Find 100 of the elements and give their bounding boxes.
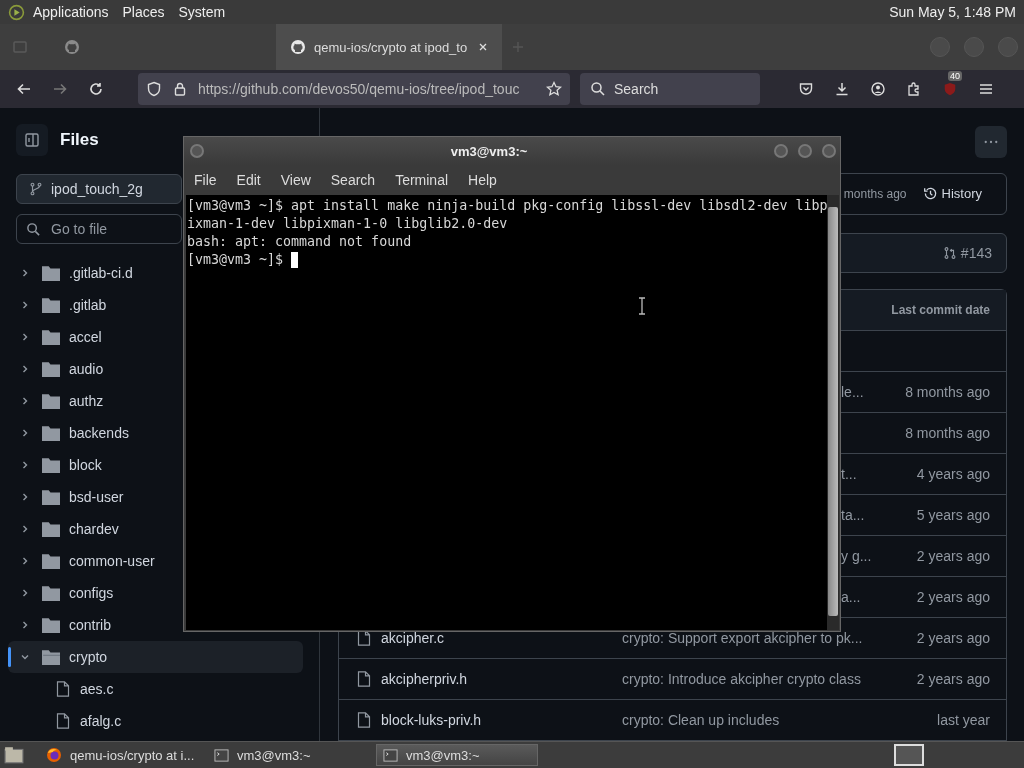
window-menu-button[interactable] (190, 144, 204, 158)
terminal-icon (214, 747, 229, 763)
history-icon (922, 186, 938, 202)
menu-item[interactable]: Terminal (395, 172, 449, 188)
maximize-button[interactable] (798, 144, 812, 158)
panel-menu[interactable]: Applications (33, 4, 109, 20)
menu-icon[interactable] (978, 81, 994, 97)
more-icon (984, 140, 998, 144)
browser-tab[interactable]: qemu-ios/crypto at ipod_to (276, 24, 502, 70)
commit-date: 2 years ago (916, 589, 990, 605)
collapse-panel-button[interactable] (16, 124, 48, 156)
chevron-right-icon[interactable] (20, 524, 30, 534)
minimize-button[interactable] (774, 144, 788, 158)
folder-icon (42, 489, 60, 505)
tree-item[interactable]: backends (8, 417, 137, 449)
branch-button[interactable]: ipod_touch_2g (16, 174, 182, 204)
folder-icon (42, 553, 60, 569)
chevron-right-icon[interactable] (20, 492, 30, 502)
tree-item[interactable]: .gitlab (8, 289, 115, 321)
terminal-icon (383, 747, 398, 763)
folder-icon (42, 361, 60, 377)
pocket-icon[interactable] (798, 81, 814, 97)
search-icon (590, 81, 606, 97)
tree-item[interactable]: .gitlab-ci.d (8, 257, 141, 289)
tree-item[interactable]: audio (8, 353, 112, 385)
search-field[interactable]: Search (580, 73, 760, 105)
taskbar-button[interactable]: vm3@vm3:~ (376, 744, 538, 766)
terminal-line: [vm3@vm3 ~]$ apt install make ninja-build pkg-config libssl-dev libsdl2-dev libp (187, 197, 828, 215)
commit-message-link[interactable]: crypto: Introduce akcipher crypto class (622, 671, 861, 687)
chevron-right-icon[interactable] (20, 300, 30, 310)
panel-menu[interactable]: System (178, 4, 226, 20)
tree-item[interactable]: chardev (8, 513, 127, 545)
menu-item[interactable]: Search (330, 172, 376, 188)
file-name-link[interactable]: akcipherpriv.h (381, 671, 468, 687)
tree-item[interactable]: crypto (8, 641, 303, 673)
commit-date: last year (937, 712, 990, 728)
download-icon[interactable] (834, 81, 850, 97)
chevron-right-icon[interactable] (20, 556, 30, 566)
text-cursor (291, 252, 299, 268)
menu-item[interactable]: File (194, 172, 217, 188)
commit-message-link[interactable]: crypto: Clean up includes (622, 712, 780, 728)
menu-item[interactable]: Edit (236, 172, 261, 188)
close-icon[interactable] (478, 42, 488, 52)
menu-item[interactable]: View (280, 172, 311, 188)
chevron-right-icon[interactable] (20, 332, 30, 342)
close-button[interactable] (822, 144, 836, 158)
clock[interactable]: Sun May 5, 1:48 PM (889, 4, 1016, 20)
chevron-right-icon[interactable] (20, 268, 30, 278)
commit-date: 5 years ago (916, 507, 990, 523)
side-panel-icon (24, 132, 40, 148)
tree-item[interactable]: configs (8, 577, 122, 609)
tree-item[interactable]: afalg.c (8, 705, 130, 737)
commit-message-link[interactable]: ta... (841, 507, 865, 523)
commit-date: 4 years ago (916, 466, 990, 482)
address-bar[interactable]: https://github.com/devos50/qemu-ios/tree/ipod_touc (138, 73, 570, 105)
tree-item[interactable]: bsd-user (8, 481, 132, 513)
file-name-link[interactable]: akcipher.c (381, 630, 445, 646)
tree-item[interactable]: accel (8, 321, 110, 353)
star-icon[interactable] (546, 81, 562, 97)
workspace-switcher[interactable] (894, 744, 924, 766)
tree-item[interactable]: aes.c (8, 673, 122, 705)
tree-item[interactable]: block (8, 449, 110, 481)
octocat-icon (64, 39, 80, 55)
tree-item[interactable]: authz (8, 385, 112, 417)
account-icon[interactable] (870, 81, 886, 97)
menu-item[interactable]: Help (468, 172, 497, 188)
puzzle-icon[interactable] (906, 81, 922, 97)
distro-logo-icon[interactable] (8, 3, 25, 21)
chevron-right-icon[interactable] (20, 620, 30, 630)
forward-icon[interactable] (52, 81, 68, 97)
chevron-right-icon[interactable] (20, 364, 30, 374)
reload-icon[interactable] (88, 81, 104, 97)
commit-message-link[interactable]: crypto: Support export akcipher to pk... (622, 630, 863, 646)
tree-item[interactable]: common-user (8, 545, 163, 577)
chevron-right-icon[interactable] (20, 460, 30, 470)
chevron-right-icon[interactable] (20, 428, 30, 438)
chevron-down-icon[interactable] (20, 652, 30, 662)
folder-icon (42, 329, 60, 345)
pull-request-link[interactable]: #143 (942, 244, 992, 261)
commit-message-link[interactable]: le... (841, 384, 864, 400)
file-search-field[interactable]: Go to file (16, 214, 182, 244)
back-icon[interactable] (16, 81, 32, 97)
chevron-right-icon[interactable] (20, 588, 30, 598)
tree-item[interactable]: contrib (8, 609, 120, 641)
history-link[interactable]: History (922, 186, 982, 202)
octocat-icon (290, 39, 306, 55)
commit-message-link[interactable]: a... (841, 589, 861, 605)
scrollbar[interactable] (827, 195, 839, 630)
file-icon (357, 712, 371, 728)
show-desktop-icon[interactable] (4, 746, 24, 764)
commit-message-link[interactable]: t... (841, 466, 857, 482)
taskbar-button[interactable]: qemu-ios/crypto at i... (40, 744, 202, 766)
panel-menu[interactable]: Places (122, 4, 165, 20)
commit-message-link[interactable]: y g... (841, 548, 872, 564)
shield-icon[interactable] (146, 81, 162, 97)
taskbar-button[interactable]: vm3@vm3:~ (208, 744, 370, 766)
file-name-link[interactable]: block-luks-priv.h (381, 712, 482, 728)
chevron-right-icon[interactable] (20, 396, 30, 406)
folder-icon (42, 393, 60, 409)
fox-browser-icon (46, 747, 62, 763)
